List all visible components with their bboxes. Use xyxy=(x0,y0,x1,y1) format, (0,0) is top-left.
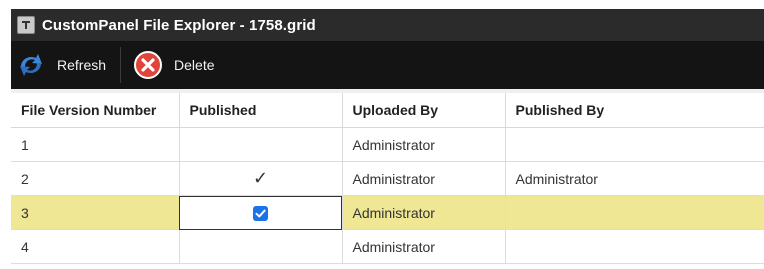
published-by-cell[interactable] xyxy=(505,229,764,264)
window-title: CustomPanel File Explorer - 1758.grid xyxy=(42,16,316,34)
toolbar-separator xyxy=(120,47,122,83)
delete-label: Delete xyxy=(174,57,215,73)
published-checkmark-icon: ✓ xyxy=(252,168,269,188)
uploaded-by-cell[interactable]: Administrator xyxy=(342,127,506,162)
published-cell[interactable] xyxy=(179,127,343,162)
published-by-cell[interactable] xyxy=(505,195,764,230)
delete-button[interactable]: Delete xyxy=(133,41,215,89)
published-cell[interactable] xyxy=(179,229,343,264)
refresh-label: Refresh xyxy=(57,57,107,73)
toolbar: Refresh Delete xyxy=(11,41,764,89)
version-cell[interactable]: 1 xyxy=(11,127,180,162)
column-header-published[interactable]: Published xyxy=(179,93,343,128)
file-explorer-window: CustomPanel File Explorer - 1758.grid Re… xyxy=(0,0,764,269)
table-row[interactable]: 4 Administrator xyxy=(11,229,764,264)
uploaded-by-cell[interactable]: Administrator xyxy=(342,161,506,196)
title-bar: CustomPanel File Explorer - 1758.grid xyxy=(11,9,764,41)
version-cell[interactable]: 3 xyxy=(11,195,180,230)
app-icon xyxy=(17,16,35,34)
published-by-cell[interactable] xyxy=(505,127,764,162)
published-by-cell[interactable]: Administrator xyxy=(505,161,764,196)
grid-header-row: File Version Number Published Uploaded B… xyxy=(11,93,764,128)
published-cell[interactable]: ✓ xyxy=(179,161,343,196)
uploaded-by-cell[interactable]: Administrator xyxy=(342,229,506,264)
table-row-selected[interactable]: 3 Administrator xyxy=(11,195,764,230)
delete-x-circle-icon xyxy=(133,50,163,80)
column-header-uploaded-by[interactable]: Uploaded By xyxy=(342,93,506,128)
column-header-file-version-number[interactable]: File Version Number xyxy=(11,93,180,128)
version-cell[interactable]: 2 xyxy=(11,161,180,196)
version-cell[interactable]: 4 xyxy=(11,229,180,264)
file-versions-grid: File Version Number Published Uploaded B… xyxy=(11,89,764,264)
table-row[interactable]: 1 Administrator xyxy=(11,127,764,162)
refresh-arrows-icon xyxy=(15,49,47,81)
published-cell-editing[interactable] xyxy=(179,195,343,230)
uploaded-by-cell[interactable]: Administrator xyxy=(342,195,506,230)
refresh-button[interactable]: Refresh xyxy=(11,41,106,89)
published-checkbox[interactable] xyxy=(253,205,268,221)
column-header-published-by[interactable]: Published By xyxy=(505,93,764,128)
table-row[interactable]: 2 ✓ Administrator Administrator xyxy=(11,161,764,196)
